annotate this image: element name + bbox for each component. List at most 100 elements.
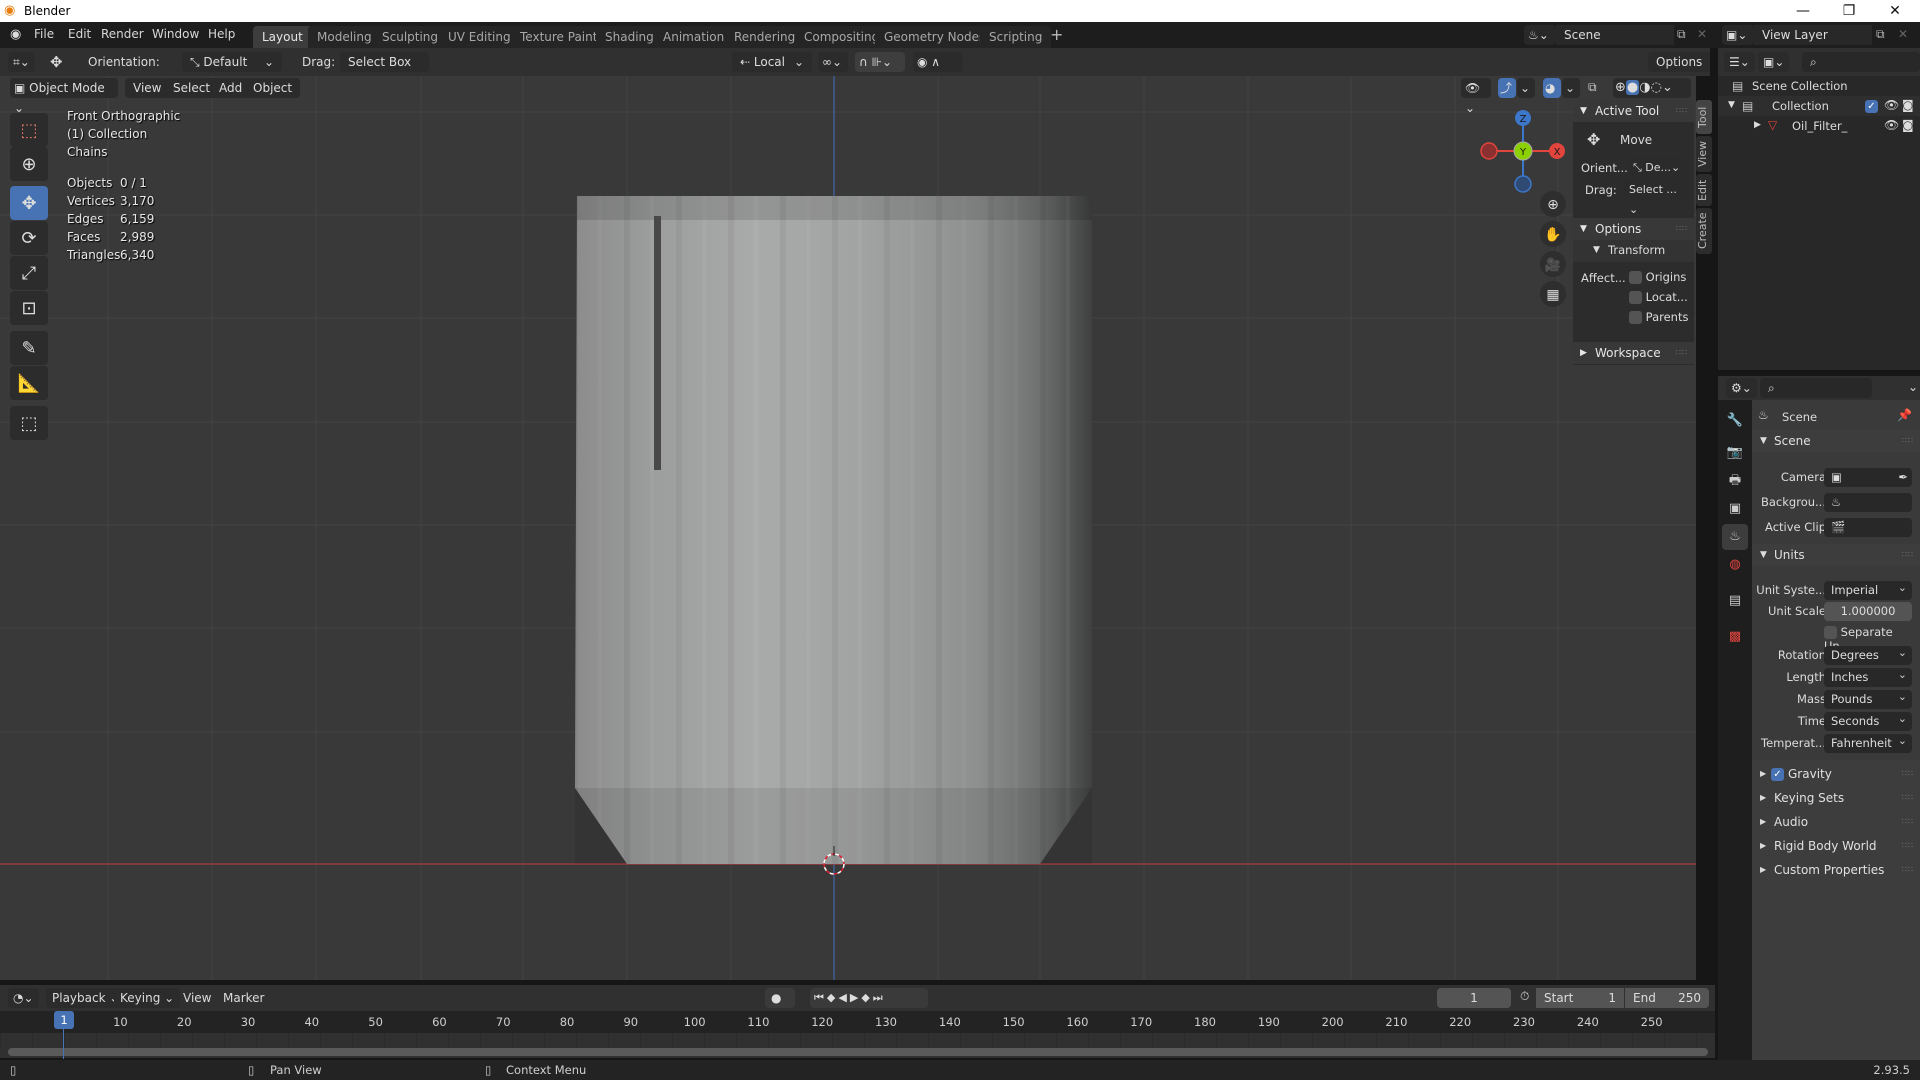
pivot-dropdown[interactable]: ⇠ Local ⌄ xyxy=(732,52,812,72)
play-icon[interactable]: ▶ xyxy=(850,991,861,1004)
affect-locations-checkbox[interactable]: Locat... xyxy=(1629,290,1688,304)
workspace-panel-header[interactable]: ▶ Workspace ∷∷ xyxy=(1573,342,1694,364)
drag-handle-icon[interactable]: ∷∷ xyxy=(1676,218,1688,240)
menu-edit[interactable]: Edit xyxy=(68,27,91,41)
eyedropper-icon[interactable]: ✒ xyxy=(1898,468,1908,487)
checkbox[interactable] xyxy=(1824,626,1837,639)
workspace-tab-scripting[interactable]: Scripting xyxy=(980,26,1052,48)
current-frame-field[interactable]: 1 xyxy=(1437,988,1511,1008)
properties-editor-type-button[interactable]: ⚙⌄ xyxy=(1726,378,1757,398)
temperature-dropdown[interactable]: Fahrenheit xyxy=(1824,731,1912,753)
menu-file[interactable]: File xyxy=(34,27,54,41)
length-dropdown[interactable]: Inches xyxy=(1824,665,1912,687)
camera-render-icon[interactable]: ◙ xyxy=(1902,98,1914,112)
exclude-checkbox[interactable]: ✓ xyxy=(1865,100,1878,113)
navigation-gizmo[interactable]: Z X Y xyxy=(1480,110,1565,193)
new-view-layer-icon[interactable]: ⧉ xyxy=(1876,27,1885,42)
transform-pivot-button[interactable]: ∞⌄ xyxy=(818,52,848,72)
playhead-line[interactable] xyxy=(63,1029,64,1059)
auto-keying-toggle[interactable]: ● xyxy=(765,988,795,1008)
outliner-row[interactable]: ▶ ▽ Oil_Filter_ 👁 ◙ xyxy=(1718,116,1920,136)
jump-end-icon[interactable]: ⏭ xyxy=(873,991,886,1004)
delete-scene-icon[interactable]: ✕ xyxy=(1697,27,1707,41)
gravity-checkbox[interactable]: ✓ xyxy=(1771,768,1784,781)
menu-help[interactable]: Help xyxy=(208,27,235,41)
solid-shading-icon[interactable]: ● xyxy=(1625,80,1640,95)
timeline-editor-type-button[interactable]: ◔⌄ xyxy=(8,988,39,1008)
gizmo-dropdown[interactable]: ⌄ xyxy=(1517,78,1535,98)
eye-icon[interactable]: 👁 xyxy=(1884,118,1899,132)
timeline-view-menu[interactable]: View xyxy=(183,991,211,1005)
scale-tool[interactable]: ⤢ xyxy=(10,256,48,290)
pin-icon[interactable]: 📌 xyxy=(1897,408,1912,422)
options-panel-header[interactable]: ▼ Options ∷∷ xyxy=(1573,218,1694,240)
orientation-dropdown[interactable]: ⤡ Default ⌄ xyxy=(182,52,282,72)
drag-handle-icon[interactable]: ∷∷ xyxy=(1902,436,1914,445)
workspace-tab-animation[interactable]: Animation xyxy=(654,26,734,48)
sidebar-tab-view[interactable]: View xyxy=(1696,136,1712,172)
minimize-button[interactable]: — xyxy=(1780,0,1826,22)
wireframe-shading-icon[interactable]: ⊕ xyxy=(1615,80,1626,95)
timeline-scrollbar[interactable] xyxy=(8,1048,1708,1056)
gizmo-neg-z-axis[interactable] xyxy=(1514,175,1532,193)
rendered-shading-icon[interactable]: ◌ xyxy=(1651,80,1662,95)
audio-panel-header[interactable]: ▶ Audio ∷∷ xyxy=(1752,813,1920,833)
workspace-tab-uv-editing[interactable]: UV Editing xyxy=(439,26,520,48)
rotation-dropdown[interactable]: Degrees xyxy=(1824,643,1912,665)
blender-menu-icon[interactable]: ◉ xyxy=(10,27,21,42)
tab-scene[interactable]: ♨ xyxy=(1722,524,1748,550)
display-mode-button[interactable]: ▣⌄ xyxy=(1758,52,1790,72)
sidebar-tab-tool[interactable]: Tool xyxy=(1696,100,1712,134)
units-panel-header[interactable]: ▼ Units ∷∷ xyxy=(1752,544,1920,566)
camera-field[interactable]: ▣ ✒ xyxy=(1824,468,1912,487)
close-button[interactable]: ✕ xyxy=(1872,0,1918,22)
drag-handle-icon[interactable]: ∷∷ xyxy=(1676,342,1688,364)
cursor-tool[interactable]: ⊕ xyxy=(10,147,48,181)
menu-render[interactable]: Render xyxy=(101,27,144,41)
tab-tool[interactable]: 🔧 xyxy=(1722,408,1748,434)
workspace-tab-modeling[interactable]: Modeling xyxy=(308,26,381,48)
annotate-tool[interactable]: ✎ xyxy=(10,331,48,365)
prev-keyframe-icon[interactable]: ◆ xyxy=(827,991,838,1004)
xray-toggle-icon[interactable]: ⧉ xyxy=(1588,80,1597,95)
view-menu[interactable]: View xyxy=(125,78,170,98)
drag-handle-icon[interactable]: ∷∷ xyxy=(1902,769,1914,778)
gizmo-neg-x-axis[interactable] xyxy=(1480,142,1498,160)
overlays-toggle[interactable]: ◕ xyxy=(1543,78,1561,98)
next-keyframe-icon[interactable]: ◆ xyxy=(861,991,872,1004)
outliner-editor-type-button[interactable]: ☰⌄ xyxy=(1724,52,1755,72)
scene-name-field[interactable]: Scene xyxy=(1556,25,1674,45)
view-layer-name-field[interactable]: View Layer xyxy=(1754,25,1872,45)
transform-tool[interactable]: ⊡ xyxy=(10,291,48,325)
editor-type-button[interactable]: ⌗⌄ xyxy=(8,52,35,72)
menu-window[interactable]: Window xyxy=(152,27,199,41)
unit-system-dropdown[interactable]: Imperial xyxy=(1824,578,1912,600)
custom-properties-panel-header[interactable]: ▶ Custom Properties ∷∷ xyxy=(1752,861,1920,881)
workspace-tab-geometry-nodes[interactable]: Geometry Nodes xyxy=(875,26,995,48)
affect-origins-checkbox[interactable]: Origins xyxy=(1629,270,1686,284)
select-box-tool[interactable]: ⬚ xyxy=(10,113,48,147)
orient-dropdown[interactable]: ⤡ De...⌄ xyxy=(1629,158,1687,178)
expand-arrow-icon[interactable]: ▶ xyxy=(1754,120,1761,130)
active-tool-panel-header[interactable]: ▼ Active Tool ∷∷ xyxy=(1573,100,1694,122)
tab-view-layer[interactable]: ▣ xyxy=(1722,496,1748,522)
keying-menu[interactable]: Keying ⌄ xyxy=(114,988,181,1008)
unit-scale-field[interactable]: 1.000000 xyxy=(1824,602,1912,621)
drag-handle-icon[interactable]: ∷∷ xyxy=(1902,550,1914,559)
timeline-track[interactable] xyxy=(0,1033,1715,1047)
properties-search-input[interactable]: ⌕ xyxy=(1760,378,1872,398)
mass-dropdown[interactable]: Pounds xyxy=(1824,687,1912,709)
add-workspace-button[interactable]: + xyxy=(1050,25,1063,44)
tab-collection[interactable]: ▤ xyxy=(1722,588,1748,614)
checkbox[interactable] xyxy=(1629,271,1642,284)
playhead-frame-indicator[interactable]: 1 xyxy=(54,1011,74,1029)
checkbox[interactable] xyxy=(1629,291,1642,304)
sidebar-tab-create[interactable]: Create xyxy=(1696,208,1712,254)
workspace-tab-shading[interactable]: Shading xyxy=(596,26,663,48)
gravity-panel-header[interactable]: ▶ ✓ Gravity ∷∷ xyxy=(1752,765,1920,785)
object-menu[interactable]: Object xyxy=(245,78,301,98)
camera-render-icon[interactable]: ◙ xyxy=(1902,118,1914,132)
material-shading-icon[interactable]: ◑ xyxy=(1639,80,1650,95)
visibility-dropdown[interactable]: 👁⌄ xyxy=(1461,78,1491,115)
active-clip-field[interactable]: 🎬 xyxy=(1824,518,1912,537)
